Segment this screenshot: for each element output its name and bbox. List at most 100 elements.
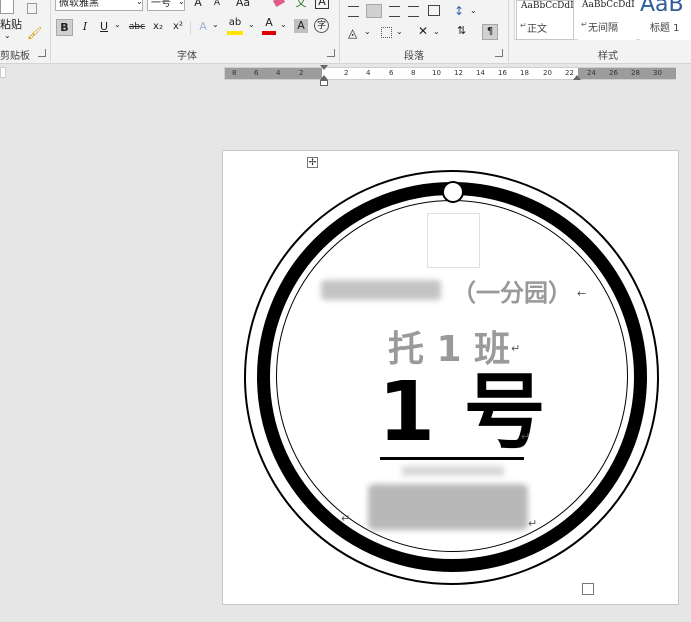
ruler-number: 2 — [299, 69, 304, 77]
paragraph-mark: ↵ — [521, 430, 531, 443]
align-right-icon[interactable] — [389, 6, 400, 17]
shading-icon[interactable]: ◬ — [348, 26, 357, 40]
subscript-button[interactable]: x₂ — [151, 19, 165, 36]
style-sample: AaBbCcDdI — [582, 0, 635, 10]
style-name: 正文 — [527, 24, 547, 35]
number-text: 1 号 — [378, 365, 546, 460]
align-left-icon[interactable] — [348, 6, 359, 17]
text-effects-button[interactable]: A — [196, 19, 210, 36]
align-center-icon[interactable] — [366, 4, 382, 18]
paragraph-mark-icon: ↵ — [581, 20, 588, 29]
bold-button[interactable]: B — [56, 19, 73, 36]
font-color-button[interactable]: A — [262, 17, 276, 35]
char-border-button[interactable]: A — [315, 0, 329, 9]
ruler-number: 20 — [543, 69, 552, 77]
shrink-font-button[interactable]: A — [211, 0, 223, 12]
shading-dropdown-icon[interactable]: ⌄ — [364, 27, 371, 36]
show-marks-icon[interactable]: ¶ — [482, 24, 498, 40]
separator — [508, 0, 509, 62]
hang-hole — [442, 181, 464, 203]
italic-button[interactable]: I — [78, 19, 92, 36]
paragraph-mark: ↵ — [528, 517, 538, 530]
line-spacing-icon[interactable]: ↕ — [454, 4, 464, 18]
paste-dropdown-icon[interactable]: ⌄ — [4, 31, 11, 40]
separator — [190, 21, 191, 35]
ruler-number: 14 — [476, 69, 485, 77]
paragraph-launcher-icon[interactable] — [495, 49, 503, 57]
clipboard-group-label: 剪贴板 — [0, 51, 30, 62]
ruler-number: 18 — [520, 69, 529, 77]
ruler-number: 4 — [366, 69, 371, 77]
font-name-select[interactable]: 微软雅黑 — [55, 0, 143, 11]
superscript-button[interactable]: x² — [171, 19, 185, 36]
paragraph-mark: ↵ — [341, 512, 351, 525]
paragraph-mark: ← — [577, 287, 587, 300]
paragraph-mark-icon: ↵ — [520, 21, 527, 30]
strikethrough-button[interactable]: abc — [128, 19, 146, 36]
move-handle-icon[interactable]: ✢ — [307, 157, 318, 168]
photo-placeholder[interactable] — [427, 213, 480, 268]
eraser-icon[interactable] — [272, 0, 286, 8]
styles-group-label: 样式 — [598, 51, 618, 62]
redacted-child-name — [368, 484, 528, 530]
style-no-spacing[interactable]: AaBbCcDdI 无间隔 ↵ — [578, 0, 636, 40]
style-heading-1[interactable]: AaB 标题 1 — [640, 0, 691, 40]
style-name: 标题 1 — [650, 23, 680, 34]
underline-dropdown-icon[interactable]: ⌄ — [114, 20, 121, 29]
right-indent-marker[interactable] — [573, 75, 581, 80]
borders-dropdown-icon[interactable]: ⌄ — [396, 27, 403, 36]
chinese-layout-icon[interactable]: ✕ — [418, 24, 428, 38]
style-normal[interactable]: AaBbCcDdI 正文 ↵ — [516, 0, 574, 40]
ruler-number: 16 — [498, 69, 507, 77]
first-line-indent-marker[interactable] — [320, 65, 328, 70]
phonetic-guide-button[interactable]: 文 — [294, 0, 308, 12]
ruler-number: 8 — [232, 69, 237, 77]
distributed-icon[interactable] — [428, 5, 440, 16]
separator — [50, 0, 51, 62]
text-effects-dropdown-icon[interactable]: ⌄ — [212, 20, 219, 29]
font-name-dropdown-icon[interactable]: ⌄ — [136, 0, 143, 6]
format-painter-icon[interactable]: 🖌 — [27, 26, 42, 40]
horizontal-ruler[interactable]: 8 6 4 2 2 4 6 8 10 12 14 16 18 20 22 24 … — [224, 65, 676, 80]
highlight-dropdown-icon[interactable]: ⌄ — [248, 20, 255, 29]
vertical-ruler-edge — [0, 67, 6, 78]
ruler-number: 12 — [454, 69, 463, 77]
clipboard-launcher-icon[interactable] — [38, 49, 46, 57]
font-size-dropdown-icon[interactable]: ⌄ — [178, 0, 185, 6]
ruler-number: 10 — [432, 69, 441, 77]
justify-icon[interactable] — [408, 6, 419, 17]
paste-icon[interactable] — [0, 0, 14, 14]
highlight-button[interactable]: ab — [227, 17, 243, 35]
char-shading-button[interactable]: A — [294, 19, 308, 33]
line-spacing-dropdown-icon[interactable]: ⌄ — [470, 6, 477, 15]
ruler-number: 4 — [276, 69, 281, 77]
style-name: 无间隔 — [588, 23, 618, 34]
hanging-indent-marker[interactable] — [320, 80, 328, 86]
style-sample: AaBbCcDdI — [521, 1, 574, 11]
grow-font-button[interactable]: A — [192, 0, 204, 12]
redacted-small-text — [402, 466, 504, 476]
ruler-number: 6 — [389, 69, 394, 77]
ruler-number: 24 — [587, 69, 596, 77]
change-case-button[interactable]: Aa — [234, 0, 252, 12]
underline-button[interactable]: U — [98, 19, 110, 36]
paste-button[interactable]: 粘贴 — [0, 16, 22, 32]
copy-icon[interactable] — [27, 3, 37, 14]
ruler-number: 2 — [344, 69, 349, 77]
number-underline — [380, 457, 524, 460]
chinese-layout-dropdown-icon[interactable]: ⌄ — [433, 27, 440, 36]
ribbon: 粘贴 ⌄ 🖌 剪贴板 微软雅黑 ⌄ 一号 ⌄ A A Aa 文 A B I U … — [0, 0, 691, 64]
ruler-number: 6 — [254, 69, 259, 77]
separator — [339, 0, 340, 62]
font-launcher-icon[interactable] — [327, 49, 335, 57]
borders-icon[interactable] — [381, 27, 392, 38]
font-color-dropdown-icon[interactable]: ⌄ — [280, 20, 287, 29]
paragraph-group-label: 段落 — [404, 51, 424, 62]
text-box-anchor-icon[interactable] — [582, 583, 594, 595]
ruler-number: 30 — [653, 69, 662, 77]
sort-icon[interactable]: ⇅ — [457, 24, 466, 37]
enclose-chars-button[interactable]: 字 — [314, 18, 329, 33]
redacted-name — [321, 280, 441, 300]
font-group-label: 字体 — [177, 51, 197, 62]
ruler-left-margin — [225, 68, 322, 79]
